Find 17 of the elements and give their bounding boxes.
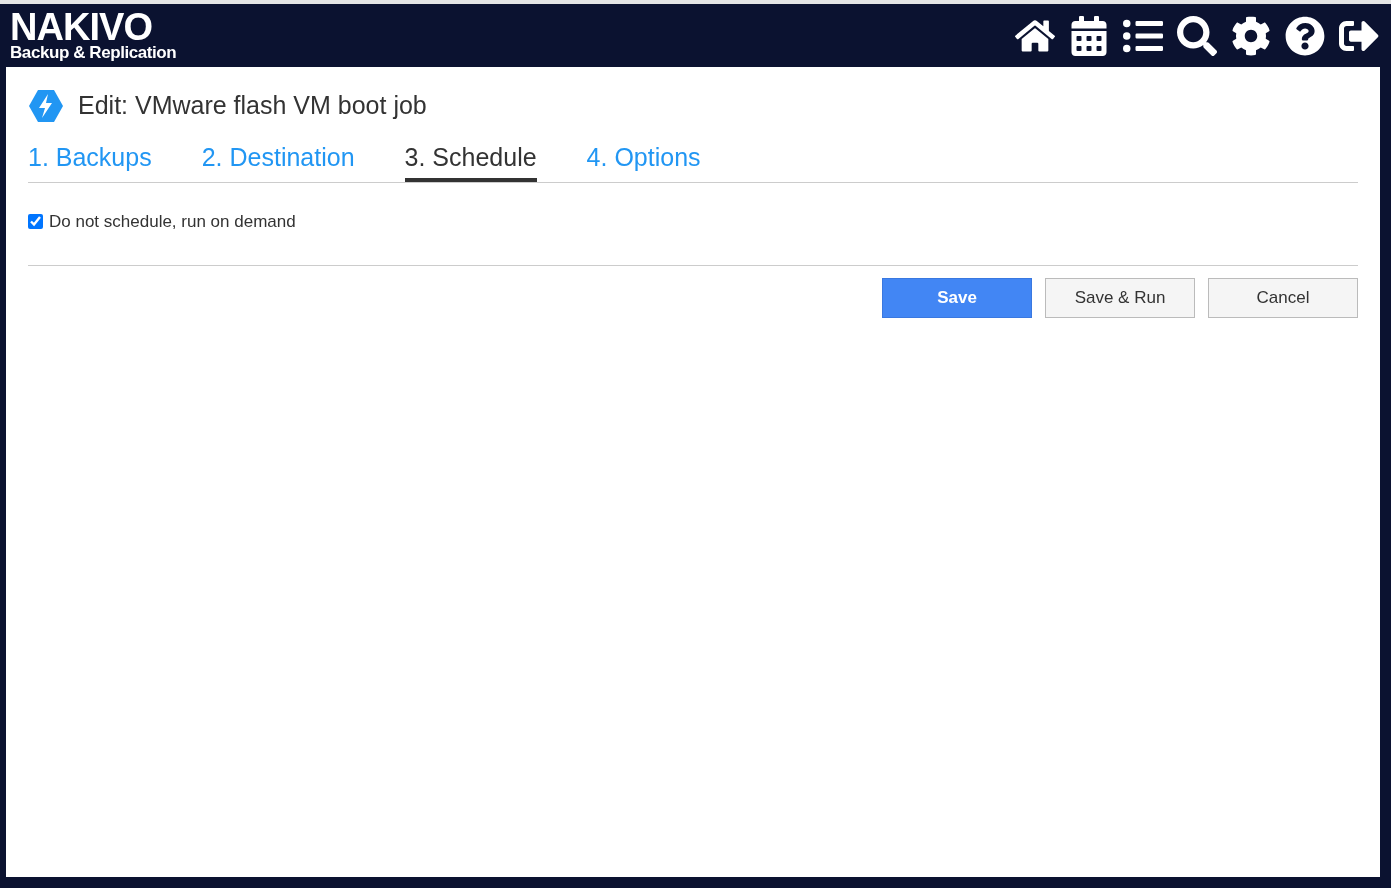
checkbox-label: Do not schedule, run on demand [49, 211, 296, 233]
tab[interactable]: 4. Options [586, 138, 701, 182]
logo-wordmark: NAKIVO [10, 10, 153, 44]
search-icon[interactable] [1177, 15, 1217, 56]
save-button[interactable]: Save [882, 277, 1032, 318]
action-button[interactable]: Cancel [1208, 277, 1358, 318]
tab[interactable]: 3. Schedule [404, 138, 537, 182]
logo-subtitle: Backup & Replication [10, 44, 177, 61]
calendar-icon[interactable] [1069, 15, 1109, 56]
settings-icon[interactable] [1231, 15, 1271, 56]
tab[interactable]: 2. Destination [201, 138, 355, 182]
dialog-title: Edit: VMware flash VM boot job [78, 90, 427, 121]
tab[interactable]: 1. Backups [28, 138, 152, 182]
lightning-hexagon-icon [28, 88, 64, 123]
help-icon[interactable] [1285, 15, 1325, 56]
checkbox[interactable] [28, 214, 43, 230]
action-button[interactable]: Save & Run [1045, 277, 1195, 318]
